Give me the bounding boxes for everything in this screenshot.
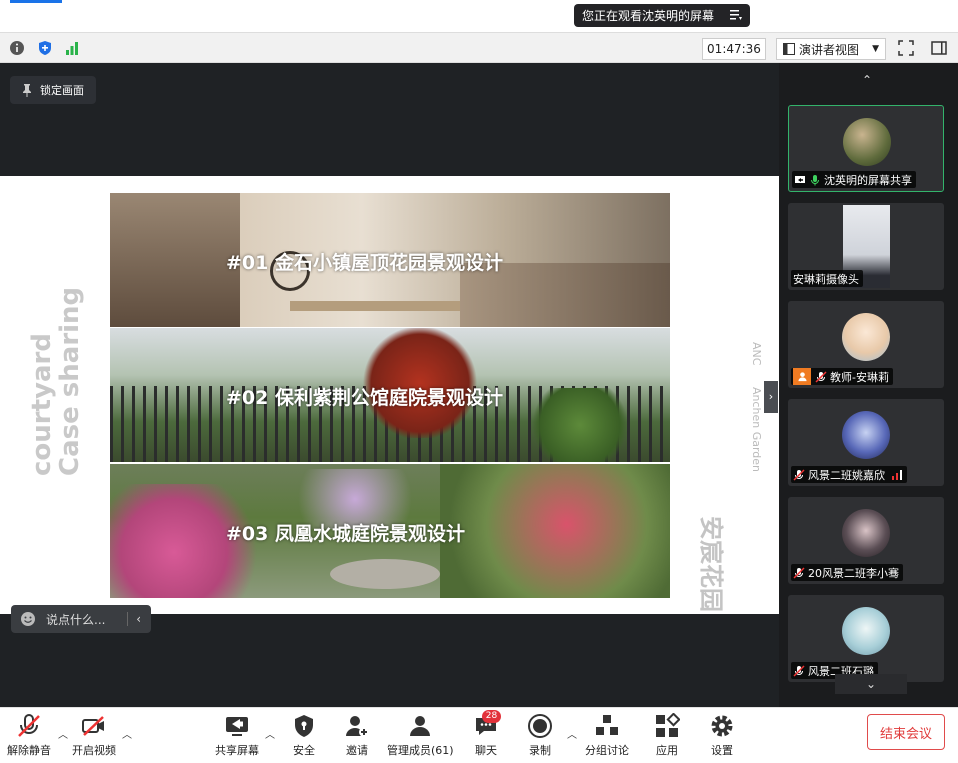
slide-item-title: #03 凤凰水城庭院景观设计: [226, 523, 465, 545]
slide-item-title: #02 保利紫荆公馆庭院景观设计: [226, 387, 503, 409]
slide-side-text-right: 安宸花园: [697, 516, 725, 612]
share-options-caret[interactable]: ︿: [265, 726, 275, 741]
slide-side-text-right-en: ANC Anchen Garden: [750, 342, 763, 473]
slide-panel-1: #01 金石小镇屋顶花园景观设计: [110, 193, 670, 327]
chevron-left-icon[interactable]: ‹: [127, 612, 141, 626]
slide-side-text-left: courtyard Case sharing: [27, 286, 85, 476]
participant-tile[interactable]: 20风景二班李小骞: [788, 497, 944, 584]
chat-placeholder: 说点什么...: [46, 612, 106, 627]
participant-label: 风景二班姚嘉欣: [791, 466, 907, 483]
members-icon: [410, 716, 431, 736]
host-badge-icon: [793, 368, 811, 385]
shield-icon: [295, 715, 313, 737]
mic-muted-icon: [793, 566, 805, 579]
share-screen-button[interactable]: 共享屏幕: [215, 713, 259, 758]
participant-label: 教师-安琳莉: [791, 368, 893, 385]
view-mode-label: 演讲者视图: [799, 42, 860, 57]
participant-label: 20风景二班李小骞: [791, 564, 903, 581]
fullscreen-icon[interactable]: [898, 40, 914, 56]
apps-icon: [656, 713, 680, 737]
meeting-toolbar: 解除静音 ︿ 开启视频 ︿ 共享屏幕 ︿ 安全 邀请 管理成员(61) 聊天 录…: [0, 707, 958, 763]
sidebar-toggle-icon[interactable]: [931, 40, 947, 56]
invite-button[interactable]: 邀请: [344, 713, 370, 758]
list-menu-icon[interactable]: [728, 7, 744, 23]
participant-tile[interactable]: 沈英明的屏幕共享: [788, 105, 944, 192]
chat-unread-badge: 28: [482, 710, 501, 723]
shield-icon[interactable]: [37, 40, 53, 56]
start-video-button[interactable]: 开启视频: [72, 713, 116, 758]
breakout-icon: [596, 715, 618, 735]
viewing-text: 您正在观看沈英明的屏幕: [582, 9, 715, 23]
unmute-button[interactable]: 解除静音: [7, 713, 51, 758]
participant-label: 沈英明的屏幕共享: [792, 171, 916, 188]
mic-muted-icon: [18, 714, 40, 737]
mic-muted-icon: [793, 468, 805, 481]
video-off-icon: [82, 716, 104, 736]
mic-on-icon: [811, 174, 819, 185]
scroll-down-icon[interactable]: ⌄: [835, 674, 907, 694]
breakout-rooms-button[interactable]: 分组讨论: [585, 713, 629, 758]
lock-view-label: 锁定画面: [40, 84, 84, 97]
participant-tile[interactable]: 风景二班石璐: [788, 595, 944, 682]
viewing-screen-badge[interactable]: 您正在观看沈英明的屏幕: [574, 4, 750, 27]
participant-label: 安琳莉摄像头: [791, 270, 863, 287]
emoji-icon[interactable]: [20, 611, 36, 627]
end-meeting-button[interactable]: 结束会议: [867, 714, 945, 750]
record-icon: [528, 714, 552, 738]
avatar: [842, 313, 890, 361]
layout-icon: [783, 43, 795, 55]
collapse-sidebar-button[interactable]: ›: [764, 381, 778, 413]
mic-muted-icon: [815, 370, 827, 383]
apps-button[interactable]: 应用: [654, 713, 680, 758]
info-icon[interactable]: [9, 40, 25, 56]
screen-share-icon: [795, 175, 805, 183]
scroll-up-icon[interactable]: ⌃: [862, 73, 872, 87]
participant-tile[interactable]: 安琳莉摄像头: [788, 203, 944, 290]
manage-members-button[interactable]: 管理成员(61): [387, 713, 454, 758]
avatar: [842, 607, 890, 655]
settings-button[interactable]: 设置: [709, 713, 735, 758]
lock-view-button[interactable]: 锁定画面: [10, 76, 96, 104]
meeting-timer: 01:47:36: [702, 38, 766, 60]
chevron-down-icon: ▼: [872, 44, 879, 54]
presentation-slide: courtyard Case sharing 安宸花园 ANC Anchen G…: [0, 176, 779, 614]
add-user-icon: [346, 716, 369, 737]
slide-panel-3: #03 凤凰水城庭院景观设计: [110, 464, 670, 598]
slide-item-title: #01 金石小镇屋顶花园景观设计: [226, 252, 503, 274]
top-bar: [0, 0, 958, 32]
video-options-caret[interactable]: ︿: [122, 726, 132, 741]
signal-strength-icon[interactable]: [64, 40, 80, 56]
share-screen-icon: [226, 717, 248, 736]
participant-tile[interactable]: 教师-安琳莉: [788, 301, 944, 388]
quick-chat-input[interactable]: 说点什么... ‹: [11, 605, 151, 633]
participants-sidebar: ⌃ 沈英明的屏幕共享 安琳莉摄像头 教师-安琳莉 风景二班姚嘉欣 20风景二班李…: [779, 63, 958, 707]
security-button[interactable]: 安全: [291, 713, 317, 758]
record-button[interactable]: 录制: [527, 713, 553, 758]
avatar: [842, 411, 890, 459]
avatar: [842, 509, 890, 557]
window-tab-indicator: [10, 0, 62, 3]
view-mode-dropdown[interactable]: 演讲者视图 ▼: [776, 38, 886, 60]
participant-tile[interactable]: 风景二班姚嘉欣: [788, 399, 944, 486]
mic-muted-icon: [793, 664, 805, 677]
avatar: [843, 118, 891, 166]
record-options-caret[interactable]: ︿: [567, 726, 577, 741]
audio-options-caret[interactable]: ︿: [58, 726, 68, 741]
gear-icon: [711, 715, 733, 737]
network-signal-icon: [892, 469, 902, 480]
slide-panel-2: #02 保利紫荆公馆庭院景观设计: [110, 328, 670, 462]
pin-icon: [23, 84, 31, 97]
